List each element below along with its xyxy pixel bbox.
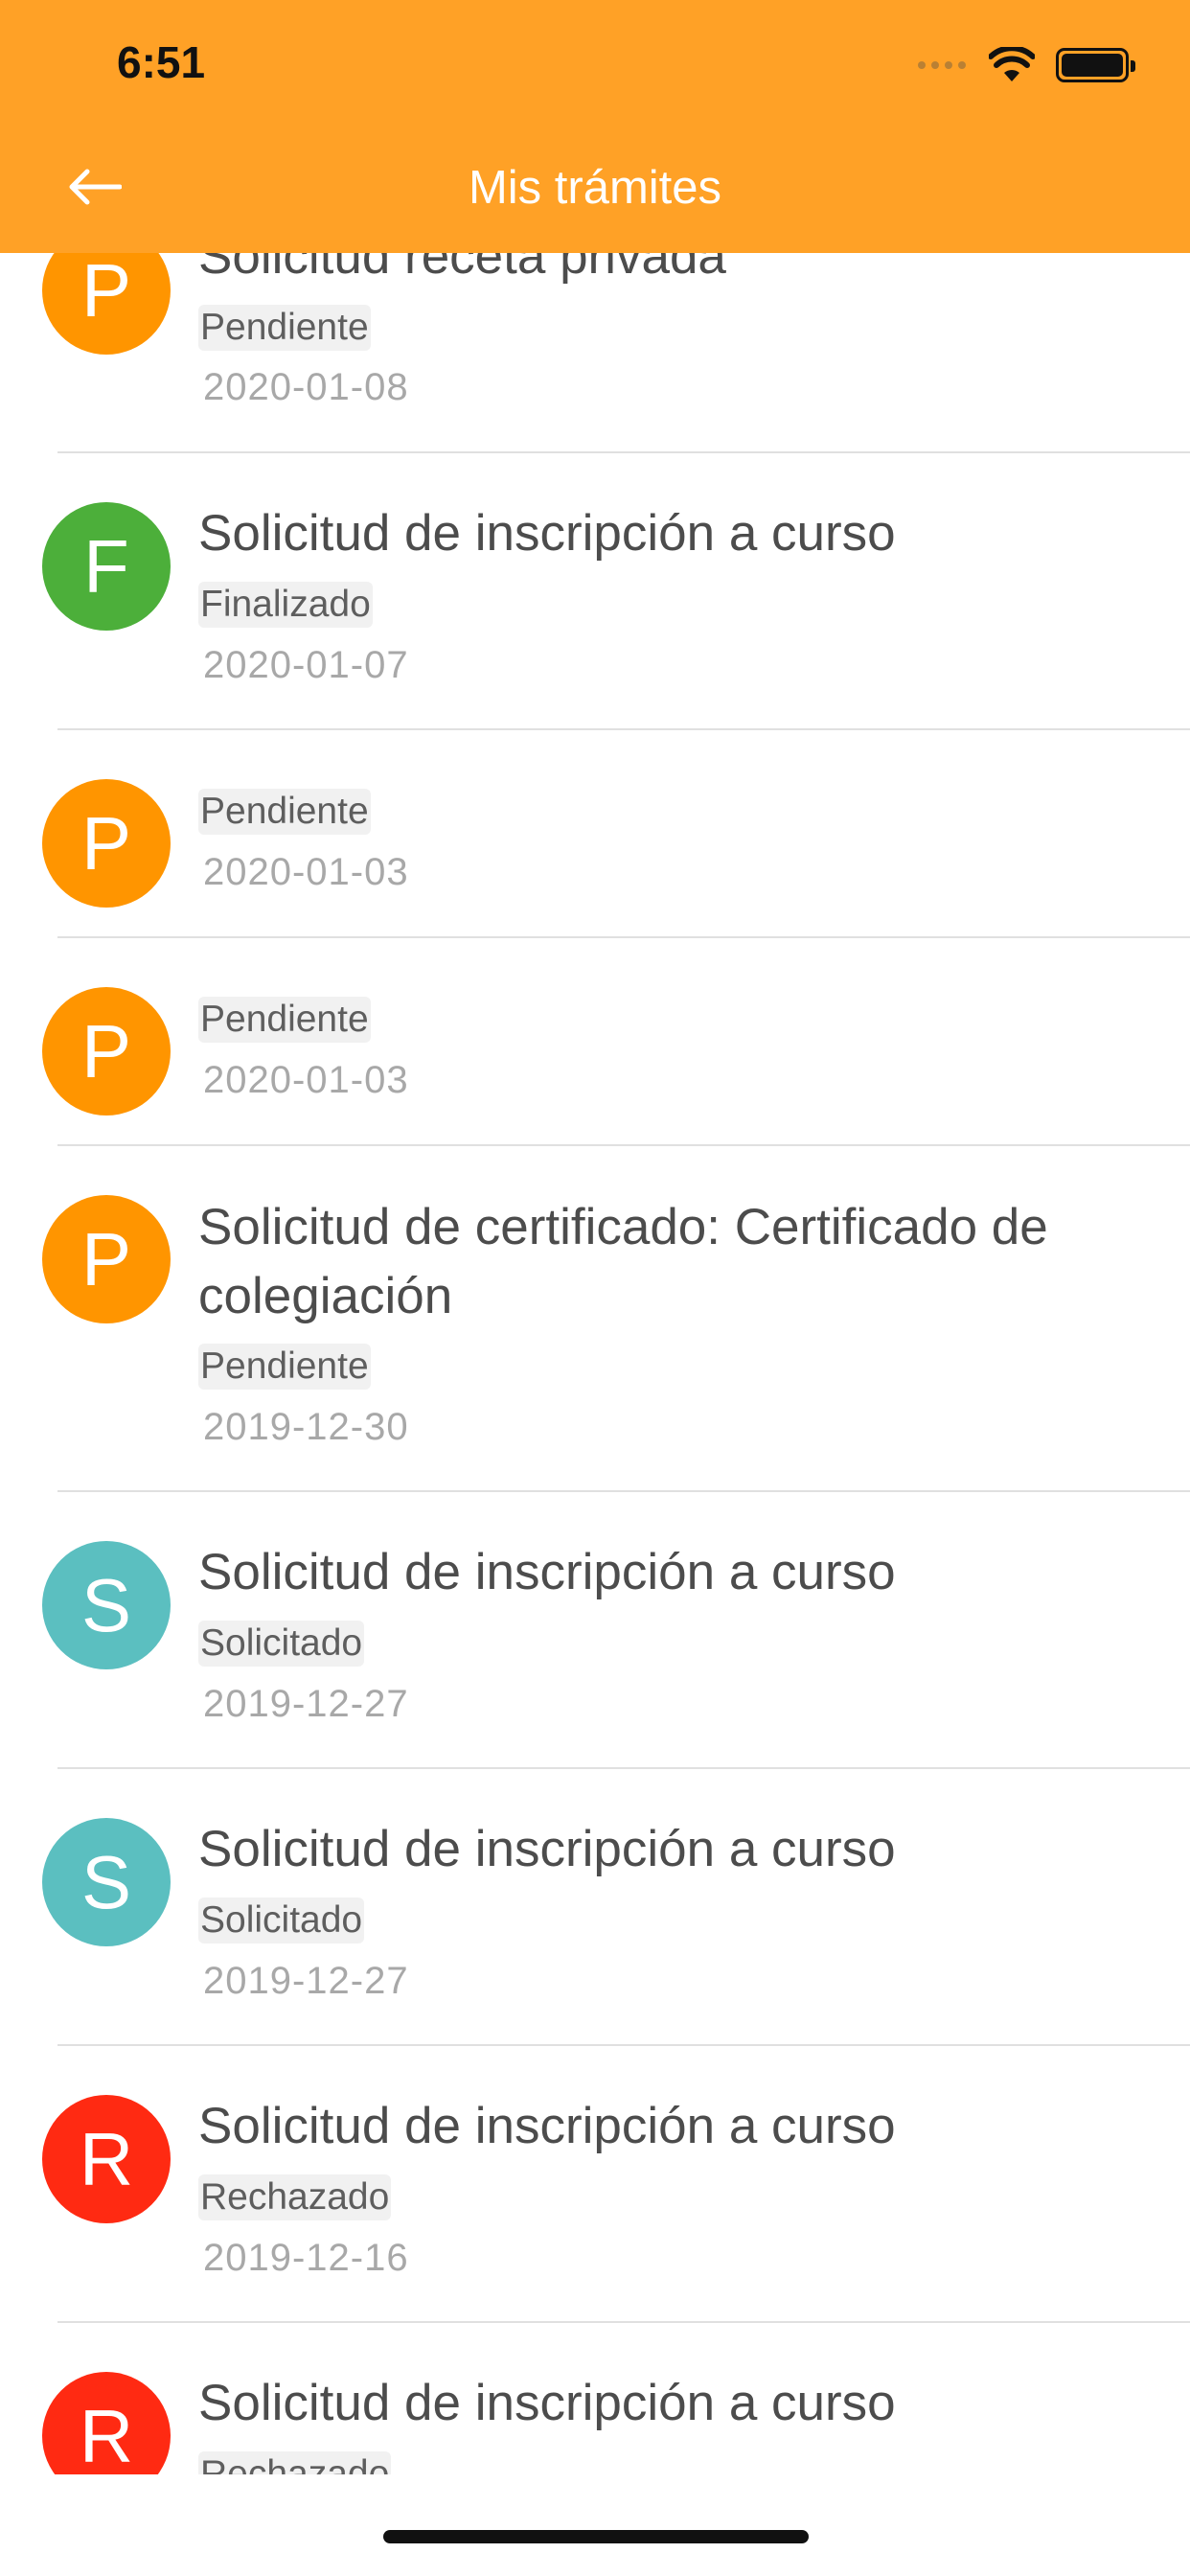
cellular-signal-icon [918, 61, 966, 69]
divider [57, 2321, 1190, 2323]
avatar-initial: S [80, 1839, 132, 1924]
item-date: 2020-01-08 [203, 366, 409, 408]
page-title: Mis trámites [468, 162, 722, 214]
status-avatar: P [42, 779, 171, 908]
divider [57, 728, 1190, 730]
divider [57, 451, 1190, 453]
item-date: 2020-01-03 [203, 851, 409, 893]
item-date: 2019-12-16 [203, 2237, 409, 2279]
status-badge: Pendiente [198, 305, 371, 351]
avatar-initial: P [80, 800, 132, 886]
status-badge: Solicitado [198, 1621, 365, 1667]
wifi-icon [989, 47, 1035, 81]
avatar-initial: P [80, 1216, 132, 1301]
status-avatar: F [42, 502, 171, 631]
item-date: 2019-12-27 [203, 1960, 409, 2002]
avatar-initial: F [83, 523, 129, 609]
item-date: 2019-12-30 [203, 1406, 409, 1448]
divider [57, 1144, 1190, 1146]
status-time: 6:51 [117, 37, 206, 87]
status-badge: Solicitado [198, 1898, 365, 1944]
item-date: 2019-12-27 [203, 1683, 409, 1725]
status-avatar: S [42, 1818, 171, 1946]
avatar-initial: S [80, 1562, 132, 1647]
divider [57, 2044, 1190, 2046]
app-header: 6:51 Mis trámites [0, 0, 1190, 253]
item-date: 2020-01-03 [203, 1059, 409, 1101]
status-avatar: P [42, 1195, 171, 1323]
status-badge: Rechazado [198, 2174, 392, 2220]
status-badge: Rechazado [198, 2451, 392, 2474]
tramites-list[interactable]: P Solicitud receta privada Pendiente 202… [0, 0, 1190, 2474]
item-title: Solicitud de inscripción a curso [198, 2375, 896, 2431]
avatar-initial: P [80, 247, 132, 333]
status-badge: Pendiente [198, 789, 371, 835]
home-indicator [383, 2530, 809, 2543]
avatar-initial: R [79, 2116, 134, 2201]
status-avatar: S [42, 1541, 171, 1669]
screen: P Solicitud receta privada Pendiente 202… [0, 0, 1190, 2576]
status-avatar: R [42, 2095, 171, 2223]
item-title: Solicitud de inscripción a curso [198, 1544, 896, 1600]
battery-icon [1056, 48, 1135, 82]
item-title: Solicitud de certificado: Certificado de… [198, 1199, 1048, 1324]
divider [57, 1767, 1190, 1769]
item-title: Solicitud de inscripción a curso [198, 2098, 896, 2154]
divider [57, 1490, 1190, 1492]
item-title: Solicitud de inscripción a curso [198, 1821, 896, 1877]
status-avatar: P [42, 987, 171, 1116]
avatar-initial: R [79, 2393, 134, 2475]
item-date: 2020-01-07 [203, 644, 409, 686]
avatar-initial: P [80, 1008, 132, 1093]
status-avatar: R [42, 2372, 171, 2474]
status-badge: Pendiente [198, 1344, 371, 1390]
item-title: Solicitud de inscripción a curso [198, 505, 896, 562]
status-badge: Pendiente [198, 997, 371, 1043]
divider [57, 936, 1190, 938]
status-icons [918, 46, 1135, 84]
status-badge: Finalizado [198, 582, 373, 628]
